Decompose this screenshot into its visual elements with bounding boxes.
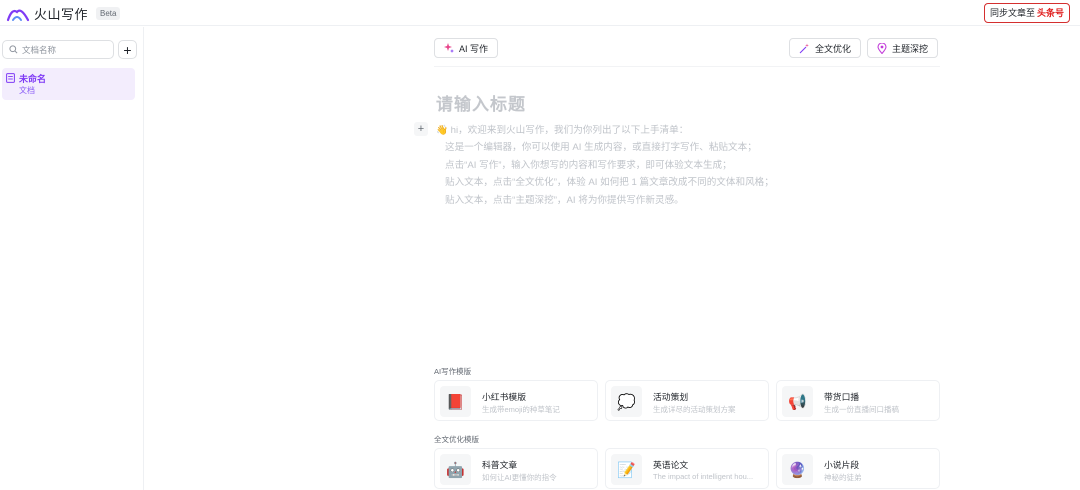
full-text-optimize-button[interactable]: 全文优化 [789, 38, 862, 58]
intro-line: 点击“AI 写作”，输入你想写的内容和写作要求，即可体验文本生成； [445, 159, 732, 171]
template-card-english-paper[interactable]: 📝 英语论文 The impact of intelligent hou... [605, 448, 769, 489]
card-title: 带货口播 [824, 392, 860, 402]
card-desc: 神秘的徒弟 [824, 473, 862, 482]
topic-dig-button[interactable]: 主题深挖 [867, 38, 939, 58]
card-desc: 生成详尽的活动策划方案 [653, 405, 736, 414]
card-desc: 生成带emoji的种草笔记 [482, 405, 560, 414]
template-card-xiaohongshu[interactable]: 📕 小红书模版 生成带emoji的种草笔记 [434, 380, 598, 421]
search-input[interactable] [22, 44, 112, 55]
template-card-event-plan[interactable]: 💭 活动策划 生成详尽的活动策划方案 [605, 380, 769, 421]
ai-write-button[interactable]: AI 写作 [434, 38, 499, 58]
sync-target-label: 头条号 [1036, 8, 1064, 18]
card-desc: 生成一份直播间口播稿 [824, 405, 899, 414]
card-title: 小红书模版 [482, 392, 526, 402]
toolbar-divider [434, 66, 940, 67]
search-icon [9, 45, 18, 54]
volcano-logo-icon [6, 9, 30, 21]
document-title: 未命名 [19, 74, 47, 84]
speech-bubble-icon: 💭 [611, 386, 642, 417]
insert-block-button[interactable]: + [414, 122, 428, 136]
plus-icon: + [417, 123, 425, 135]
template-card-science[interactable]: 🤖 科普文章 如何让AI更懂你的指令 [434, 448, 598, 489]
top-bar: 火山写作 Beta 同步文章至 头条号 [0, 0, 1080, 26]
card-desc: The impact of intelligent hou... [653, 472, 754, 481]
magic-wand-icon [799, 43, 809, 53]
intro-line: 这是一个编辑器，你可以使用 AI 生成内容，或直接打字写作、粘贴文本； [445, 142, 757, 154]
optimize-templates-label: 全文优化模版 [434, 435, 479, 444]
topic-label: 主题深挖 [892, 43, 929, 54]
robot-icon: 🤖 [440, 454, 471, 485]
beta-badge: Beta [96, 7, 121, 20]
sync-to-toutiao-button[interactable]: 同步文章至 头条号 [983, 3, 1070, 23]
memo-icon: 📝 [611, 454, 642, 485]
crystal-ball-icon: 🔮 [782, 454, 813, 485]
card-title: 科普文章 [482, 460, 518, 470]
optimize-label: 全文优化 [815, 43, 852, 54]
intro-line: 贴入文本，点击“全文优化”，体验 AI 如何把 1 篇文章改成不同的文体和风格； [445, 177, 774, 189]
title-input[interactable]: 请输入标题 [436, 90, 526, 115]
editor-body[interactable]: 👋 hi，欢迎来到火山写作，我们为你列出了以下上手清单： 这是一个编辑器，你可以… [436, 122, 774, 209]
brand[interactable]: 火山写作 Beta [6, 4, 121, 23]
card-desc: 如何让AI更懂你的指令 [482, 473, 557, 482]
megaphone-icon: 📢 [782, 386, 813, 417]
ai-write-label: AI 写作 [459, 43, 489, 54]
card-title: 英语论文 [653, 460, 689, 470]
red-book-icon: 📕 [440, 386, 471, 417]
app-name: 火山写作 [34, 7, 89, 22]
sidebar: + 未命名 文档 [0, 27, 144, 490]
document-item[interactable]: 未命名 文档 [2, 68, 135, 100]
sync-label: 同步文章至 [989, 8, 1035, 18]
card-title: 活动策划 [653, 392, 689, 402]
card-title: 小说片段 [824, 460, 860, 470]
template-card-live-sales[interactable]: 📢 带货口播 生成一份直播间口播稿 [776, 380, 940, 421]
sparkle-icon [444, 43, 454, 53]
location-pin-icon [877, 42, 887, 54]
intro-line: 贴入文本，点击“主题深挖”，AI 将为你提供写作新灵感。 [445, 194, 684, 206]
search-box[interactable] [2, 40, 114, 59]
add-document-button[interactable]: + [118, 40, 137, 59]
document-icon [6, 73, 15, 83]
plus-icon: + [123, 41, 132, 58]
intro-line: 👋 hi，欢迎来到火山写作，我们为你列出了以下上手清单： [436, 125, 689, 136]
document-type: 文档 [19, 86, 35, 95]
template-card-novel[interactable]: 🔮 小说片段 神秘的徒弟 [776, 448, 940, 489]
ai-templates-label: AI写作模版 [434, 367, 472, 376]
